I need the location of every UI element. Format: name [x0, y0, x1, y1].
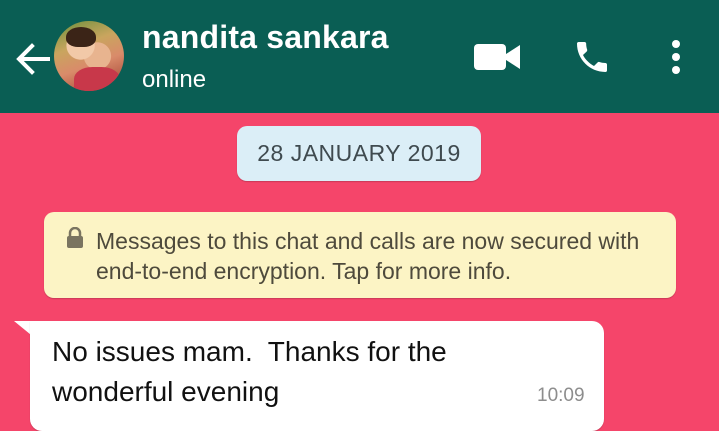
message-text: No issues mam. Thanks for the wonderful …: [52, 336, 455, 407]
date-chip: 28 JANUARY 2019: [237, 126, 481, 181]
contact-name[interactable]: nandita sankara: [142, 19, 389, 56]
avatar-hair-detail: [66, 27, 96, 47]
more-options-icon[interactable]: [664, 37, 688, 77]
avatar-cloth-detail: [74, 67, 120, 91]
contact-status: online: [142, 66, 207, 93]
video-call-icon[interactable]: [474, 40, 520, 74]
back-arrow-icon[interactable]: [12, 39, 52, 79]
lock-icon: [67, 227, 83, 248]
avatar[interactable]: [54, 21, 124, 91]
message-time: 10:09: [537, 385, 585, 406]
chat-header: nandita sankara online: [0, 0, 719, 113]
encryption-notice[interactable]: Messages to this chat and calls are now …: [44, 212, 676, 298]
phone-icon[interactable]: [572, 37, 612, 77]
